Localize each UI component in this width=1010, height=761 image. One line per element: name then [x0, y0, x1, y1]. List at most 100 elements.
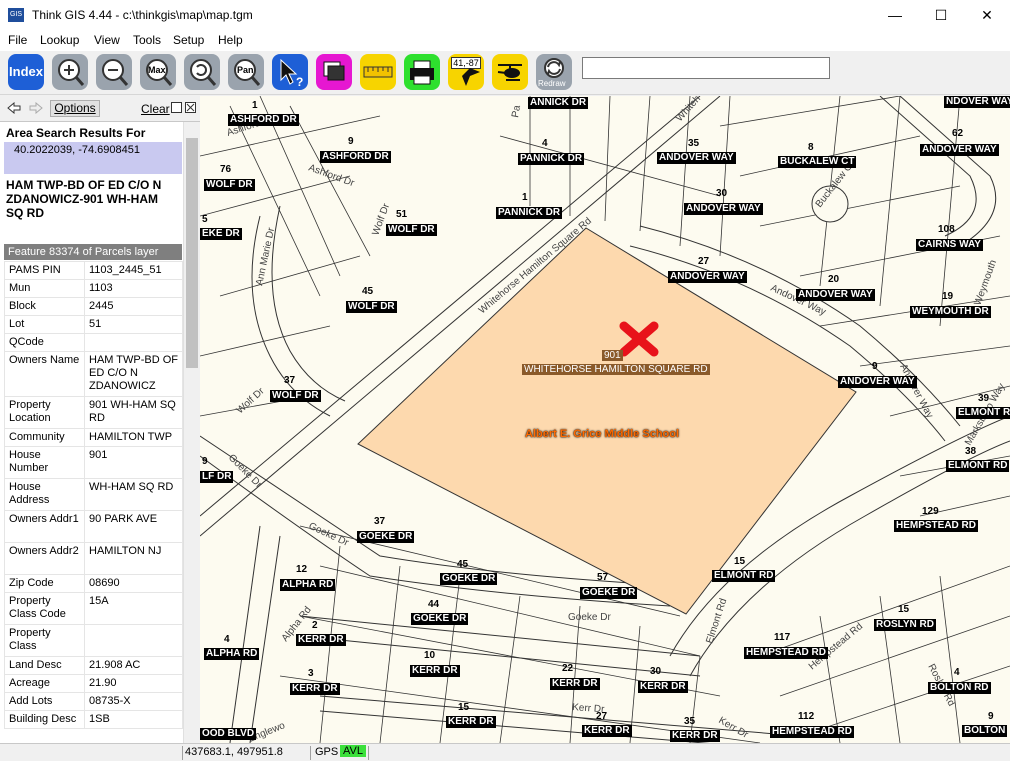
address-label[interactable]: KERR DR: [446, 716, 496, 728]
identify-button[interactable]: ?: [272, 54, 308, 90]
address-label[interactable]: GOEKE DR: [580, 587, 638, 599]
zoom-max-button[interactable]: Max: [140, 54, 176, 90]
redraw-label: Redraw: [538, 79, 566, 88]
attr-key: House Address: [4, 478, 85, 511]
panel-scrollbar[interactable]: [183, 122, 200, 743]
address-label[interactable]: KERR DR: [290, 683, 340, 695]
zoom-out-button[interactable]: [96, 54, 132, 90]
address-number: 37: [284, 375, 296, 386]
table-row: House Address WH-HAM SQ RD: [4, 478, 183, 511]
address-label[interactable]: ANDOVER WAY: [838, 376, 917, 388]
address-label[interactable]: HEMPSTEAD RD: [894, 520, 979, 532]
street-label: Elmont Rd: [704, 597, 729, 645]
address-label[interactable]: ANDOVER WAY: [796, 289, 875, 301]
address-label[interactable]: OOD BLVD: [200, 728, 257, 740]
menu-help[interactable]: Help: [218, 33, 243, 47]
address-label[interactable]: KERR DR: [638, 681, 688, 693]
address-label[interactable]: NDOVER WAY: [944, 96, 1010, 108]
address-label[interactable]: ASHFORD DR: [320, 151, 391, 163]
address-label[interactable]: GOEKE DR: [440, 573, 498, 585]
attr-key: Block: [4, 297, 85, 316]
address-label[interactable]: ALPHA RD: [280, 579, 336, 591]
attr-value: WH-HAM SQ RD: [84, 478, 183, 511]
options-button[interactable]: Options: [50, 100, 100, 117]
menu-lookup[interactable]: Lookup: [40, 33, 79, 47]
menu-view[interactable]: View: [94, 33, 120, 47]
address-label[interactable]: ANDOVER WAY: [920, 144, 999, 156]
address-label[interactable]: KERR DR: [296, 634, 346, 646]
address-number: 37: [374, 516, 386, 527]
pan-button[interactable]: Pan: [228, 54, 264, 90]
address-label[interactable]: KERR DR: [582, 725, 632, 737]
address-label[interactable]: ELMONT RD: [946, 460, 1010, 472]
address-label[interactable]: HEMPSTEAD RD: [770, 726, 855, 738]
address-label[interactable]: HEMPSTEAD RD: [744, 647, 829, 659]
map-view[interactable]: Whitehorse Hamilton Square Rd Ashford Dr…: [200, 96, 1010, 743]
address-label[interactable]: BOLTON RD: [928, 682, 991, 694]
scroll-thumb[interactable]: [186, 138, 198, 368]
layers-button[interactable]: [316, 54, 352, 90]
print-icon: [410, 60, 434, 85]
clear-link[interactable]: Clear: [141, 102, 170, 116]
minimize-button[interactable]: —: [872, 0, 918, 31]
address-label[interactable]: ANDOVER WAY: [668, 271, 747, 283]
address-label[interactable]: KERR DR: [550, 678, 600, 690]
table-row: Block 2445: [4, 297, 183, 316]
gps-button[interactable]: 41,-87: [448, 54, 484, 90]
address-label[interactable]: WOLF DR: [386, 224, 437, 236]
address-label[interactable]: ANDOVER WAY: [657, 152, 736, 164]
address-label[interactable]: WOLF DR: [270, 390, 321, 402]
restore-panel-icon[interactable]: [171, 102, 182, 113]
address-label[interactable]: PANNICK DR: [496, 207, 563, 219]
address-label[interactable]: WOLF DR: [204, 179, 255, 191]
menu-setup[interactable]: Setup: [173, 33, 204, 47]
helicopter-button[interactable]: [492, 54, 528, 90]
redraw-button[interactable]: Redraw: [536, 54, 572, 90]
address-label[interactable]: ALPHA RD: [204, 648, 260, 660]
print-button[interactable]: [404, 54, 440, 90]
zoom-in-icon: [58, 59, 85, 86]
close-panel-icon[interactable]: [185, 102, 196, 113]
zoom-previous-button[interactable]: [184, 54, 220, 90]
address-label[interactable]: WEYMOUTH DR: [910, 306, 991, 318]
address-label[interactable]: ELMONT RD: [956, 407, 1010, 419]
address-label[interactable]: ELMONT RD: [712, 570, 776, 582]
menu-file[interactable]: File: [8, 33, 27, 47]
address-label[interactable]: WOLF DR: [346, 301, 397, 313]
address-label[interactable]: ANNICK DR: [528, 97, 589, 109]
menu-tools[interactable]: Tools: [133, 33, 161, 47]
address-label[interactable]: GOEKE DR: [357, 531, 415, 543]
back-arrow-icon[interactable]: [7, 102, 21, 114]
table-row: Mun 1103: [4, 279, 183, 298]
address-number: 10: [424, 650, 436, 661]
address-label[interactable]: KERR DR: [410, 665, 460, 677]
address-label[interactable]: CAIRNS WAY: [916, 239, 983, 251]
address-label[interactable]: ROSLYN RD: [874, 619, 936, 631]
address-label[interactable]: ANDOVER WAY: [684, 203, 763, 215]
address-label[interactable]: EKE DR: [200, 228, 242, 240]
window-title: Think GIS 4.44 - c:\thinkgis\map\map.tgm: [32, 8, 253, 22]
address-label[interactable]: ASHFORD DR: [228, 114, 299, 126]
address-label[interactable]: LF DR: [200, 471, 234, 483]
address-label[interactable]: BOLTON: [962, 725, 1008, 737]
address-number: 129: [922, 506, 939, 517]
address-label[interactable]: GOEKE DR: [411, 613, 469, 625]
index-label: Index: [9, 64, 43, 79]
measure-button[interactable]: [360, 54, 396, 90]
index-button[interactable]: Index: [8, 54, 44, 90]
table-row: Add Lots 08735-X: [4, 692, 183, 711]
forward-arrow-icon[interactable]: [29, 102, 43, 114]
address-label[interactable]: BUCKALEW CT: [778, 156, 857, 168]
zoom-in-button[interactable]: [52, 54, 88, 90]
maximize-button[interactable]: ☐: [918, 0, 964, 31]
address-number: 3: [308, 668, 314, 679]
attr-value: 901: [84, 446, 183, 479]
street-label: Pa: [510, 104, 523, 118]
selected-street-label: WHITEHORSE HAMILTON SQUARE RD: [522, 364, 710, 375]
address-label[interactable]: PANNICK DR: [518, 153, 585, 165]
toolbar-search-input[interactable]: [582, 57, 830, 79]
attr-value: [84, 624, 183, 657]
address-number: 4: [542, 138, 548, 149]
address-label[interactable]: KERR DR: [670, 730, 720, 742]
close-button[interactable]: ✕: [964, 0, 1010, 31]
